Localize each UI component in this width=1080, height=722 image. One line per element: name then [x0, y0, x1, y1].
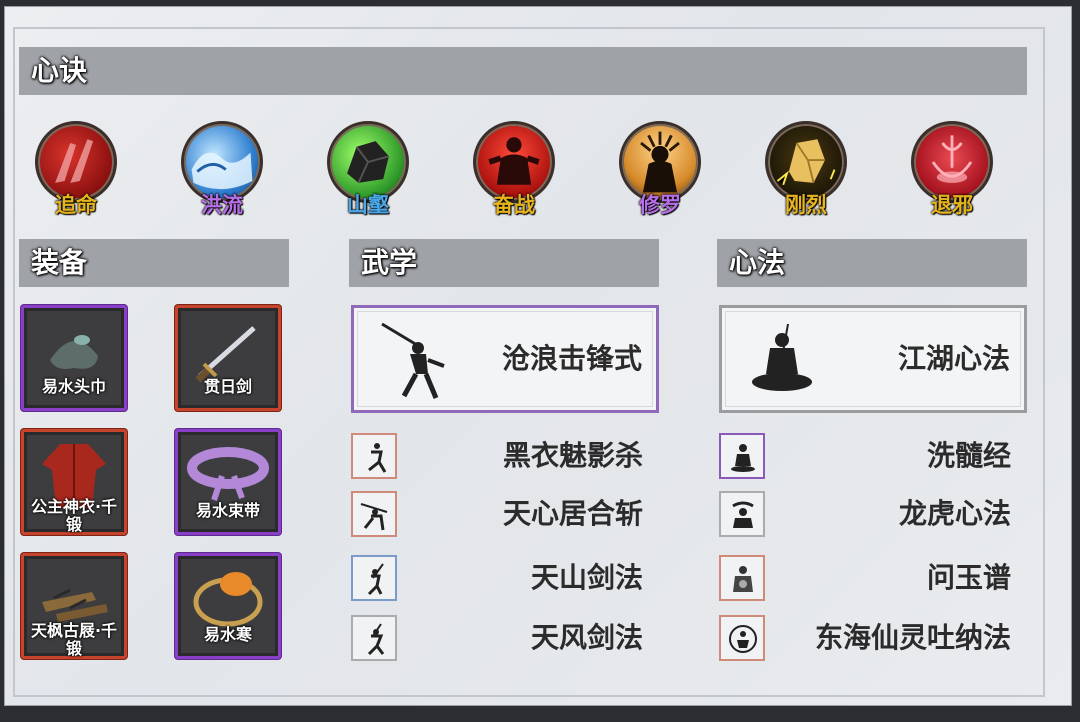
xinjue-item-xiuluo[interactable]: 修罗 [615, 121, 705, 233]
equipment-slot-sword[interactable]: 贯日剑 [175, 305, 281, 411]
belt-icon [187, 447, 269, 501]
xinfa-main-label: 江湖心法 [897, 342, 1010, 375]
bracelet-icon [193, 572, 263, 627]
assassin-icon [351, 433, 397, 479]
equipment-label: 天枫古屐·千锻 [30, 621, 118, 658]
equipment-slot-headband[interactable]: 易水头巾 [21, 305, 127, 411]
wuxue-main-label: 沧浪击锋式 [501, 342, 642, 375]
xinjue-label: 修罗 [639, 193, 681, 217]
xinfa-item[interactable]: 洗髓经 [719, 433, 1011, 481]
xinfa-item[interactable]: 龙虎心法 [719, 491, 1011, 539]
jade-icon [719, 555, 765, 601]
iai-slash-icon [351, 491, 397, 537]
wuxue-item[interactable]: 黑衣魅影杀 [351, 433, 643, 481]
wuxue-main-card[interactable]: 沧浪击锋式 [351, 305, 659, 413]
xinjue-item-hongliu[interactable]: 洪流 [177, 121, 267, 233]
xinjue-label: 退邪 [931, 193, 973, 217]
wuxue-item-label: 天风剑法 [530, 621, 643, 654]
wuxue-item[interactable]: 天心居合斩 [351, 491, 643, 539]
xinfa-item-label: 东海仙灵吐纳法 [814, 621, 1011, 654]
xinfa-item-label: 问玉谱 [926, 561, 1011, 594]
equipment-label: 公主神衣·千锻 [30, 497, 118, 534]
xinfa-item[interactable]: 东海仙灵吐纳法 [719, 615, 1011, 663]
equipment-slot-robe[interactable]: 公主神衣·千锻 [21, 429, 127, 535]
xinjue-label: 刚烈 [785, 193, 827, 217]
xinjue-item-ganglie[interactable]: 刚烈 [761, 121, 851, 233]
equipment-slot-bracelet[interactable]: 易水寒 [175, 553, 281, 659]
xinfa-item-label: 龙虎心法 [898, 497, 1011, 530]
wuxue-item[interactable]: 天风剑法 [351, 615, 643, 663]
section-header-equipment: 装备 [19, 239, 289, 287]
swordsman-icon [381, 322, 445, 399]
xinjue-label: 奋战 [493, 193, 535, 217]
wuxue-item-label: 天心居合斩 [502, 497, 643, 530]
breathing-icon [719, 615, 765, 661]
sword-dance-icon [351, 555, 397, 601]
xinjue-label: 山壑 [347, 193, 389, 217]
dragon-tiger-icon [719, 491, 765, 537]
wind-sword-icon [351, 615, 397, 661]
xinfa-item[interactable]: 问玉谱 [719, 555, 1011, 603]
equipment-label: 易水束带 [195, 501, 260, 520]
equipment-slot-clogs[interactable]: 天枫古屐·千锻 [21, 553, 127, 659]
equipment-label: 易水头巾 [41, 377, 106, 396]
wuxue-item[interactable]: 天山剑法 [351, 555, 643, 603]
headband-icon [50, 335, 98, 369]
section-header-xinfa: 心法 [717, 239, 1027, 287]
wuxue-item-label: 黑衣魅影杀 [502, 439, 643, 472]
xinjue-item-zhuiming[interactable]: 追命 [31, 121, 121, 233]
section-header-xinjue: 心诀 [19, 47, 1027, 95]
wuxue-item-label: 天山剑法 [530, 561, 643, 594]
xinfa-main-card[interactable]: 江湖心法 [719, 305, 1027, 413]
sword-icon [195, 326, 256, 383]
equipment-label: 贯日剑 [203, 377, 252, 396]
equipment-label: 易水寒 [203, 625, 252, 644]
xinjue-item-fenzhan[interactable]: 奋战 [469, 121, 559, 233]
section-header-wuxue: 武学 [349, 239, 659, 287]
xinjue-label: 追命 [55, 193, 97, 217]
equipment-slot-belt[interactable]: 易水束带 [175, 429, 281, 535]
xinjue-item-shanhe[interactable]: 山壑 [323, 121, 413, 233]
build-panel: 心诀 追命 洪流 山壑 奋战 修罗 刚烈 退邪 装备 武学 心法 易水头巾 贯日… [4, 6, 1072, 706]
xinjue-label: 洪流 [201, 193, 243, 217]
xinjue-item-tuixie[interactable]: 退邪 [907, 121, 997, 233]
xinfa-item-label: 洗髓经 [926, 439, 1011, 472]
meditating-monk-icon [752, 323, 812, 391]
monk-icon [719, 433, 765, 479]
